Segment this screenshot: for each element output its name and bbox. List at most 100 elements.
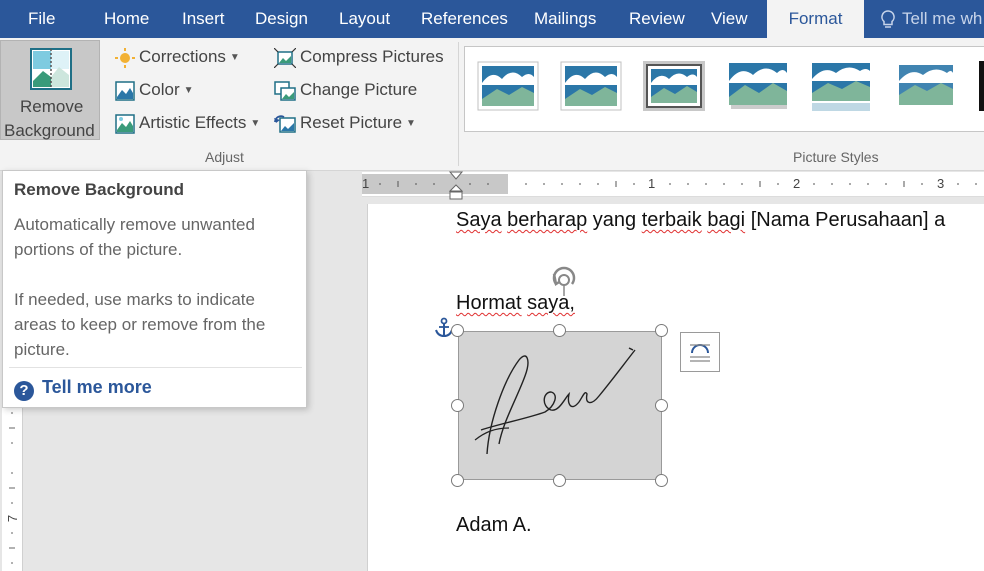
resize-handle[interactable] bbox=[451, 474, 464, 487]
resize-handle[interactable] bbox=[553, 474, 566, 487]
doc-word: terbaik bbox=[641, 209, 702, 231]
ribbon-group-separator bbox=[458, 42, 459, 166]
doc-word: [Nama bbox=[750, 209, 810, 231]
color-icon bbox=[115, 80, 135, 101]
tell-me-search[interactable]: Tell me wh bbox=[880, 0, 982, 38]
tab-review[interactable]: Review bbox=[629, 0, 685, 38]
remove-background-label-1: Remove bbox=[20, 97, 84, 116]
document-line[interactable]: Saya berharap yang terbaik bagi [Nama Pe… bbox=[456, 209, 945, 232]
doc-word: yang bbox=[592, 209, 637, 231]
corrections-dropdown-icon: ▼ bbox=[229, 51, 240, 63]
remove-background-label-2: Background bbox=[4, 121, 95, 140]
doc-word: Saya bbox=[456, 209, 502, 231]
picture-style-thumb[interactable] bbox=[477, 61, 539, 113]
picture-style-thumb[interactable] bbox=[643, 61, 705, 113]
tooltip-text: portions of the picture. bbox=[14, 240, 183, 259]
picture-style-1-icon bbox=[477, 61, 539, 111]
tab-insert[interactable]: Insert bbox=[182, 0, 225, 38]
ruler-mark: 2 bbox=[793, 176, 801, 191]
tooltip-text: areas to keep or remove from the bbox=[14, 315, 266, 334]
corrections-button[interactable]: Corrections ▼ bbox=[115, 44, 240, 70]
picture-styles-group-label: Picture Styles bbox=[793, 149, 879, 165]
tab-design[interactable]: Design bbox=[255, 0, 308, 38]
artistic-effects-icon bbox=[115, 113, 135, 134]
ruler-mark: 1 bbox=[648, 176, 656, 191]
rotate-handle-icon[interactable] bbox=[544, 262, 584, 296]
ribbon-tab-bar: File Home Insert Design Layout Reference… bbox=[0, 0, 984, 38]
color-dropdown-icon: ▼ bbox=[183, 84, 194, 96]
corrections-label: Corrections bbox=[139, 47, 226, 66]
signature-scribble-icon bbox=[474, 347, 636, 455]
picture-style-4-icon bbox=[729, 63, 787, 109]
doc-word: berharap bbox=[507, 209, 588, 231]
picture-style-6-icon bbox=[899, 65, 953, 105]
resize-handle[interactable] bbox=[553, 324, 566, 337]
help-icon: ? bbox=[14, 381, 34, 401]
remove-background-icon bbox=[30, 48, 72, 90]
artistic-effects-dropdown-icon: ▼ bbox=[250, 117, 261, 129]
picture-style-thumb[interactable] bbox=[810, 61, 872, 113]
change-picture-label: Change Picture bbox=[300, 80, 418, 99]
picture-style-2-icon bbox=[560, 61, 622, 111]
change-picture-icon bbox=[274, 80, 296, 101]
layout-options-button[interactable] bbox=[680, 332, 720, 372]
ribbon: Remove Background Corrections ▼ Color ▼ Ar… bbox=[0, 38, 984, 171]
tab-references[interactable]: References bbox=[421, 0, 508, 38]
color-button[interactable]: Color ▼ bbox=[115, 77, 194, 103]
color-label: Color bbox=[139, 80, 180, 99]
picture-style-thumb[interactable] bbox=[895, 61, 957, 113]
tab-view[interactable]: View bbox=[711, 0, 748, 38]
remove-background-tooltip: Remove Background Automatically remove u… bbox=[2, 170, 307, 408]
resize-handle[interactable] bbox=[655, 324, 668, 337]
adjust-group-label: Adjust bbox=[205, 149, 244, 165]
resize-handle[interactable] bbox=[451, 324, 464, 337]
ruler-mark: 3 bbox=[937, 176, 945, 191]
signer-name[interactable]: Adam A. bbox=[456, 514, 532, 537]
resize-handle[interactable] bbox=[655, 474, 668, 487]
reset-picture-label: Reset Picture bbox=[300, 113, 403, 132]
tooltip-text: Automatically remove unwanted bbox=[14, 215, 255, 234]
tell-me-more-label: Tell me more bbox=[42, 377, 152, 397]
picture-style-thumb[interactable] bbox=[560, 61, 622, 113]
compress-pictures-button[interactable]: Compress Pictures bbox=[273, 44, 444, 70]
compress-pictures-label: Compress Pictures bbox=[300, 47, 444, 66]
artistic-effects-label: Artistic Effects bbox=[139, 113, 247, 132]
resize-handle[interactable] bbox=[451, 399, 464, 412]
picture-style-3-icon bbox=[643, 61, 705, 111]
picture-style-thumb[interactable] bbox=[727, 61, 789, 113]
compress-pictures-icon bbox=[273, 47, 297, 68]
tab-format[interactable]: Format bbox=[767, 0, 864, 38]
picture-style-5-icon bbox=[812, 63, 870, 111]
artistic-effects-button[interactable]: Artistic Effects ▼ bbox=[115, 110, 260, 136]
doc-word: bagi bbox=[707, 209, 746, 231]
indent-marker-icon[interactable] bbox=[449, 171, 463, 201]
tell-me-more-link[interactable]: ? Tell me more bbox=[14, 377, 152, 401]
doc-word: Hormat bbox=[456, 292, 522, 314]
reset-picture-icon bbox=[274, 114, 296, 133]
tell-me-text: Tell me wh bbox=[902, 9, 983, 28]
tooltip-divider bbox=[9, 367, 302, 368]
doc-word: Perusahaan] bbox=[815, 209, 929, 231]
picture-styles-gallery bbox=[464, 46, 984, 132]
resize-handle[interactable] bbox=[655, 399, 668, 412]
change-picture-button[interactable]: Change Picture bbox=[274, 77, 417, 103]
vertical-ruler-mark: 7 bbox=[5, 514, 21, 523]
tooltip-text: If needed, use marks to indicate bbox=[14, 290, 255, 309]
signature-picture[interactable] bbox=[458, 331, 662, 480]
layout-options-icon bbox=[690, 344, 710, 362]
tab-home[interactable]: Home bbox=[104, 0, 149, 38]
document-page[interactable]: Saya berharap yang terbaik bagi [Nama Pe… bbox=[367, 204, 984, 571]
horizontal-ruler[interactable]: 1 1 2 3 bbox=[362, 171, 984, 200]
lightbulb-icon bbox=[881, 9, 895, 28]
remove-background-button[interactable]: Remove Background bbox=[0, 40, 100, 140]
ruler-mark: 1 bbox=[362, 176, 370, 191]
picture-style-partial[interactable] bbox=[979, 61, 984, 111]
doc-word: a bbox=[934, 209, 946, 231]
tab-file[interactable]: File bbox=[28, 0, 55, 38]
tooltip-title: Remove Background bbox=[14, 180, 185, 199]
tab-layout[interactable]: Layout bbox=[339, 0, 390, 38]
tooltip-text: picture. bbox=[14, 340, 70, 359]
reset-picture-button[interactable]: Reset Picture ▼ bbox=[274, 110, 416, 136]
reset-picture-dropdown-icon: ▼ bbox=[406, 117, 416, 129]
tab-mailings[interactable]: Mailings bbox=[534, 0, 596, 38]
